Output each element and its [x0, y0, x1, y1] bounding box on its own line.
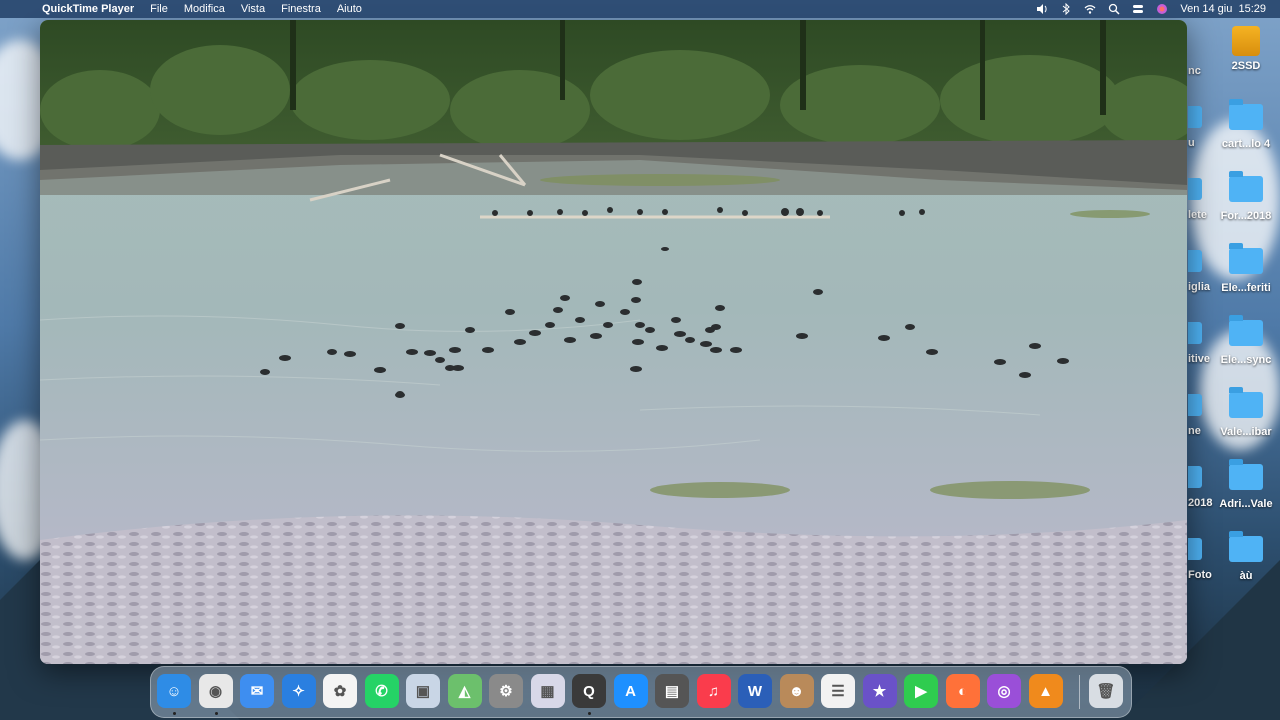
wifi-icon[interactable]: [1084, 3, 1096, 15]
calculator-icon[interactable]: ▤: [655, 674, 689, 708]
desktop-icon-folder[interactable]: For...2018: [1211, 171, 1280, 222]
desktop-icon-folder[interactable]: Vale...ibar: [1211, 387, 1280, 438]
system-settings-icon[interactable]: ⚙: [489, 674, 523, 708]
finder-icon[interactable]: ☺: [157, 674, 191, 708]
folder-icon: [1229, 387, 1263, 420]
folder-icon: [1229, 459, 1263, 492]
desktop-icon-folder[interactable]: Ele...feriti: [1211, 243, 1280, 294]
folder-icon: [1229, 99, 1263, 132]
quicktime-video-window[interactable]: [40, 20, 1187, 664]
partial-icon-label[interactable]: Foto: [1188, 569, 1212, 581]
hard-drive-icon: [1229, 26, 1263, 56]
desktop-icon-label: 2SSD: [1231, 60, 1261, 72]
spotlight-search-icon[interactable]: [1108, 3, 1120, 15]
running-indicator: [173, 712, 176, 715]
folder-icon: [1229, 243, 1263, 276]
menu-app-name[interactable]: QuickTime Player: [42, 3, 134, 15]
partial-icon-label[interactable]: itive: [1188, 353, 1210, 365]
desktop-icon-label: àù: [1239, 570, 1253, 582]
folder-icon: [1229, 531, 1263, 564]
menu-aiuto[interactable]: Aiuto: [337, 3, 362, 15]
folder-icon: [1188, 466, 1202, 488]
app-store-icon[interactable]: A: [613, 674, 648, 708]
desktop-icon-2ssd[interactable]: 2SSD: [1211, 26, 1280, 72]
folder-icon: [1188, 106, 1202, 128]
desktop-icon-label: Adri...Vale: [1219, 498, 1273, 510]
menu-bar-clock[interactable]: Ven 14 giu 15:29: [1180, 3, 1266, 15]
partial-icon-label[interactable]: 2018: [1188, 497, 1212, 509]
chrome-icon[interactable]: ◉: [198, 674, 233, 708]
desktop-icon-label: Ele...sync: [1220, 354, 1272, 366]
desktop-icon-folder[interactable]: Ele...sync: [1211, 315, 1280, 366]
running-indicator: [588, 712, 591, 715]
desktop-icon-label: For...2018: [1220, 210, 1272, 222]
podcasts-icon[interactable]: ◎: [987, 674, 1021, 708]
folder-icon: [1188, 394, 1202, 416]
preview-icon[interactable]: ▣: [406, 674, 440, 708]
desktop-icon-folder[interactable]: àù: [1211, 531, 1280, 582]
menu-bar: QuickTime Player File Modifica Vista Fin…: [0, 0, 1280, 18]
firefox-icon[interactable]: ◐: [945, 674, 980, 708]
reminders-icon[interactable]: ☰: [821, 674, 855, 708]
music-icon[interactable]: ♫: [696, 674, 731, 708]
partial-icon-label[interactable]: nc: [1188, 65, 1201, 77]
folder-icon: [1229, 315, 1263, 348]
photos-icon[interactable]: ✿: [323, 674, 357, 708]
folder-icon: [1229, 171, 1263, 204]
desktop-icon-folder[interactable]: cart...lo 4: [1211, 99, 1280, 150]
menu-finestra[interactable]: Finestra: [281, 3, 321, 15]
partial-icon-label[interactable]: ne: [1188, 425, 1201, 437]
trash-icon[interactable]: 🗑: [1089, 674, 1123, 708]
menu-modifica[interactable]: Modifica: [184, 3, 225, 15]
whatsapp-icon[interactable]: ✆: [364, 674, 399, 708]
desktop-icon-label: Ele...feriti: [1221, 282, 1271, 294]
dock-separator: [1079, 675, 1080, 709]
desktop-icon-label: Vale...ibar: [1220, 426, 1272, 438]
imovie-icon[interactable]: ★: [862, 674, 897, 708]
control-center-icon[interactable]: [1132, 3, 1144, 15]
safari-icon[interactable]: ✧: [281, 674, 316, 708]
contacts-icon[interactable]: ☻: [779, 674, 814, 708]
partial-icon-label[interactable]: u: [1188, 137, 1195, 149]
folder-icon: [1188, 250, 1202, 272]
menu-file[interactable]: File: [150, 3, 168, 15]
folder-icon: [1188, 322, 1202, 344]
bluetooth-icon[interactable]: [1060, 3, 1072, 15]
desktop-icon-folder[interactable]: Adri...Vale: [1211, 459, 1280, 510]
volume-icon[interactable]: [1036, 3, 1048, 15]
facetime-icon[interactable]: ▶: [904, 674, 938, 708]
partial-icon-label[interactable]: iglia: [1188, 281, 1210, 293]
word-icon[interactable]: W: [738, 674, 772, 708]
quicktime-icon[interactable]: Q: [572, 674, 606, 708]
folder-icon: [1188, 178, 1202, 200]
mail-icon[interactable]: ✉: [240, 674, 274, 708]
desktop-icon-label: cart...lo 4: [1221, 138, 1271, 150]
vlc-icon[interactable]: ▲: [1028, 674, 1063, 708]
video-frame-lake-scene: [40, 20, 1187, 664]
partial-icon-label[interactable]: lete: [1188, 209, 1207, 221]
menu-vista[interactable]: Vista: [241, 3, 265, 15]
folder-icon: [1188, 538, 1202, 560]
running-indicator: [214, 712, 218, 715]
maps-icon[interactable]: ◭: [447, 674, 482, 708]
launchpad-icon[interactable]: ▦: [530, 674, 565, 708]
dock: ☺ ◉ ✉ ✧ ✿ ✆ ▣ ◭ ⚙ ▦ Q A ▤ ♫ W ☻ ☰ ★ ▶ ◐ ◎ ▲ 🗑: [150, 666, 1132, 718]
siri-icon[interactable]: [1156, 3, 1168, 15]
